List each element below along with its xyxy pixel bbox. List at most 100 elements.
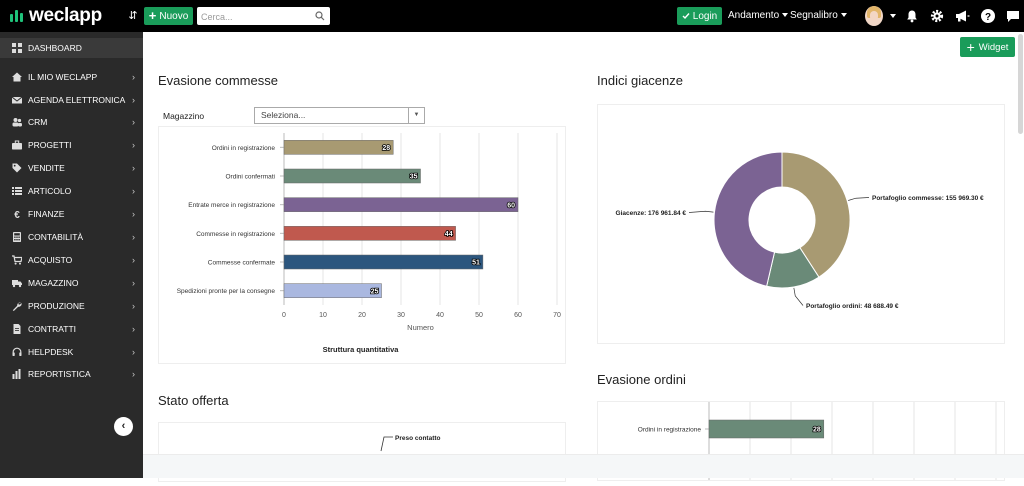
bar[interactable] [708, 419, 825, 439]
sidebar-item-articolo[interactable]: ARTICOLO › [0, 181, 143, 201]
indici-giacenze-chart: Portafoglio commesse: 155 969.30 € Portaf… [616, 151, 984, 310]
x-tick-label: 0 [282, 312, 286, 319]
envelope-icon [12, 95, 22, 105]
sidebar-item-label: CRM [28, 117, 48, 127]
chevron-right-icon: › [132, 117, 135, 127]
category-label: Ordini in registrazione [638, 427, 702, 434]
search-icon[interactable] [315, 11, 325, 21]
sidebar-item-finanze[interactable]: € FINANZE › [0, 204, 143, 224]
x-tick-label: 40 [436, 312, 444, 319]
sidebar-item-progetti[interactable]: PROGETTI › [0, 135, 143, 155]
add-widget-label: Widget [978, 41, 1009, 53]
chevron-right-icon: › [132, 186, 135, 196]
bar[interactable] [283, 197, 519, 212]
bar[interactable] [283, 140, 394, 155]
search-input[interactable] [197, 8, 307, 26]
gear-icon[interactable] [929, 8, 945, 24]
sidebar-item-label: CONTRATTI [28, 324, 77, 334]
sidebar-item-vendite[interactable]: VENDITE › [0, 158, 143, 178]
headset-icon [12, 347, 22, 357]
donut-slice[interactable] [713, 151, 783, 287]
indici-giacenze-title: Indici giacenze [597, 73, 683, 88]
sidebar-item-magazzino[interactable]: MAGAZZINO › [0, 273, 143, 293]
slice-label: Giacenze: 176 961.84 € [616, 210, 687, 217]
sidebar-item-label: FINANZE [28, 209, 65, 219]
preso-contatto-label: Preso contatto [395, 435, 441, 442]
sidebar-collapse-button[interactable]: ‹ [114, 417, 133, 436]
new-button[interactable]: + Nuovo [144, 7, 193, 25]
preso-contatto-leader [380, 436, 393, 452]
check-icon [682, 13, 690, 20]
category-label: Spedizioni pronte per la consegne [177, 288, 276, 295]
help-icon[interactable]: ? [980, 8, 996, 24]
bar-value-label: 51 [472, 260, 480, 267]
caret-down-icon[interactable] [890, 14, 896, 18]
x-tick-label: 20 [358, 312, 366, 319]
sidebar-item-label: PROGETTI [28, 140, 72, 150]
chevron-right-icon: › [132, 232, 135, 242]
bell-icon[interactable] [904, 8, 920, 24]
megaphone-icon[interactable] [954, 8, 970, 24]
sidebar-item-crm[interactable]: CRM › [0, 112, 143, 132]
sidebar-item-produzione[interactable]: PRODUZIONE › [0, 296, 143, 316]
bar-chart-icon [12, 369, 22, 379]
sidebar-item-agenda-elettronica[interactable]: AGENDA ELETTRONICA › [0, 90, 143, 110]
euro-icon: € [12, 209, 22, 219]
sidebar-item-contratti[interactable]: CONTRATTI › [0, 319, 143, 339]
search-box [197, 7, 330, 26]
sidebar-item-contabilit-[interactable]: CONTABILITÀ › [0, 227, 143, 247]
bottom-bar [143, 454, 1024, 478]
andamento-menu[interactable]: Andamento [728, 10, 789, 21]
bar[interactable] [283, 168, 421, 184]
users-icon [12, 117, 22, 127]
bar-value-label: 44 [445, 231, 453, 238]
plus-icon: + [148, 8, 157, 23]
category-label: Entrate merce in registrazione [188, 202, 275, 209]
briefcase-icon [12, 140, 22, 150]
dashboard-icon [12, 43, 22, 53]
sidebar-item-label: PRODUZIONE [28, 301, 85, 311]
menu-toggle-icon[interactable]: ⇵ [127, 8, 139, 24]
tag-icon [12, 163, 22, 173]
magazzino-select[interactable]: Seleziona... ▼ [254, 107, 425, 124]
caret-down-icon [782, 13, 789, 18]
user-avatar[interactable] [865, 6, 883, 26]
sidebar-item-il-mio-weclapp[interactable]: IL MIO WECLAPP › [0, 67, 143, 87]
cart-icon [12, 255, 22, 265]
bar[interactable] [283, 226, 456, 241]
wrench-icon [12, 301, 22, 311]
x-tick-label: 10 [319, 312, 327, 319]
chevron-right-icon: › [132, 347, 135, 357]
chat-icon[interactable] [1005, 8, 1021, 24]
chevron-right-icon: › [132, 163, 135, 173]
svg-text:€: € [14, 210, 20, 219]
chevron-right-icon: › [132, 278, 135, 288]
login-button[interactable]: Login [677, 7, 722, 25]
add-widget-button[interactable]: + Widget [960, 37, 1015, 57]
sidebar-item-label: IL MIO WECLAPP [28, 72, 98, 82]
file-icon [12, 324, 22, 334]
x-tick-label: 50 [475, 312, 483, 319]
slice-leader-line [688, 210, 714, 213]
chevron-right-icon: › [132, 255, 135, 265]
page-scrollbar[interactable] [1018, 34, 1023, 134]
segnalibro-menu[interactable]: Segnalibro [790, 10, 847, 21]
evasione-commesse-title: Evasione commesse [158, 73, 278, 88]
stato-offerta-title: Stato offerta [158, 393, 229, 408]
weclapp-logo[interactable]: weclapp [10, 5, 102, 26]
magazzino-select-value: Seleziona... [261, 110, 306, 120]
sidebar-item-label: AGENDA ELETTRONICA [28, 95, 126, 105]
bar[interactable] [283, 254, 484, 270]
chevron-right-icon: › [132, 95, 135, 105]
sidebar-item-acquisto[interactable]: ACQUISTO › [0, 250, 143, 270]
caret-down-icon [840, 13, 847, 18]
login-button-label: Login [692, 10, 718, 22]
sidebar-item-reportistica[interactable]: REPORTISTICA › [0, 364, 143, 384]
list-icon [12, 186, 22, 196]
dashboard-main: + Widget Evasione commesse Magazzino Sel… [143, 32, 1024, 482]
sidebar-item-dashboard[interactable]: DASHBOARD [0, 38, 143, 58]
category-label: Ordini in registrazione [212, 145, 276, 152]
bar[interactable] [283, 283, 382, 298]
andamento-menu-label: Andamento [728, 10, 780, 21]
sidebar-item-helpdesk[interactable]: HELPDESK › [0, 342, 143, 362]
